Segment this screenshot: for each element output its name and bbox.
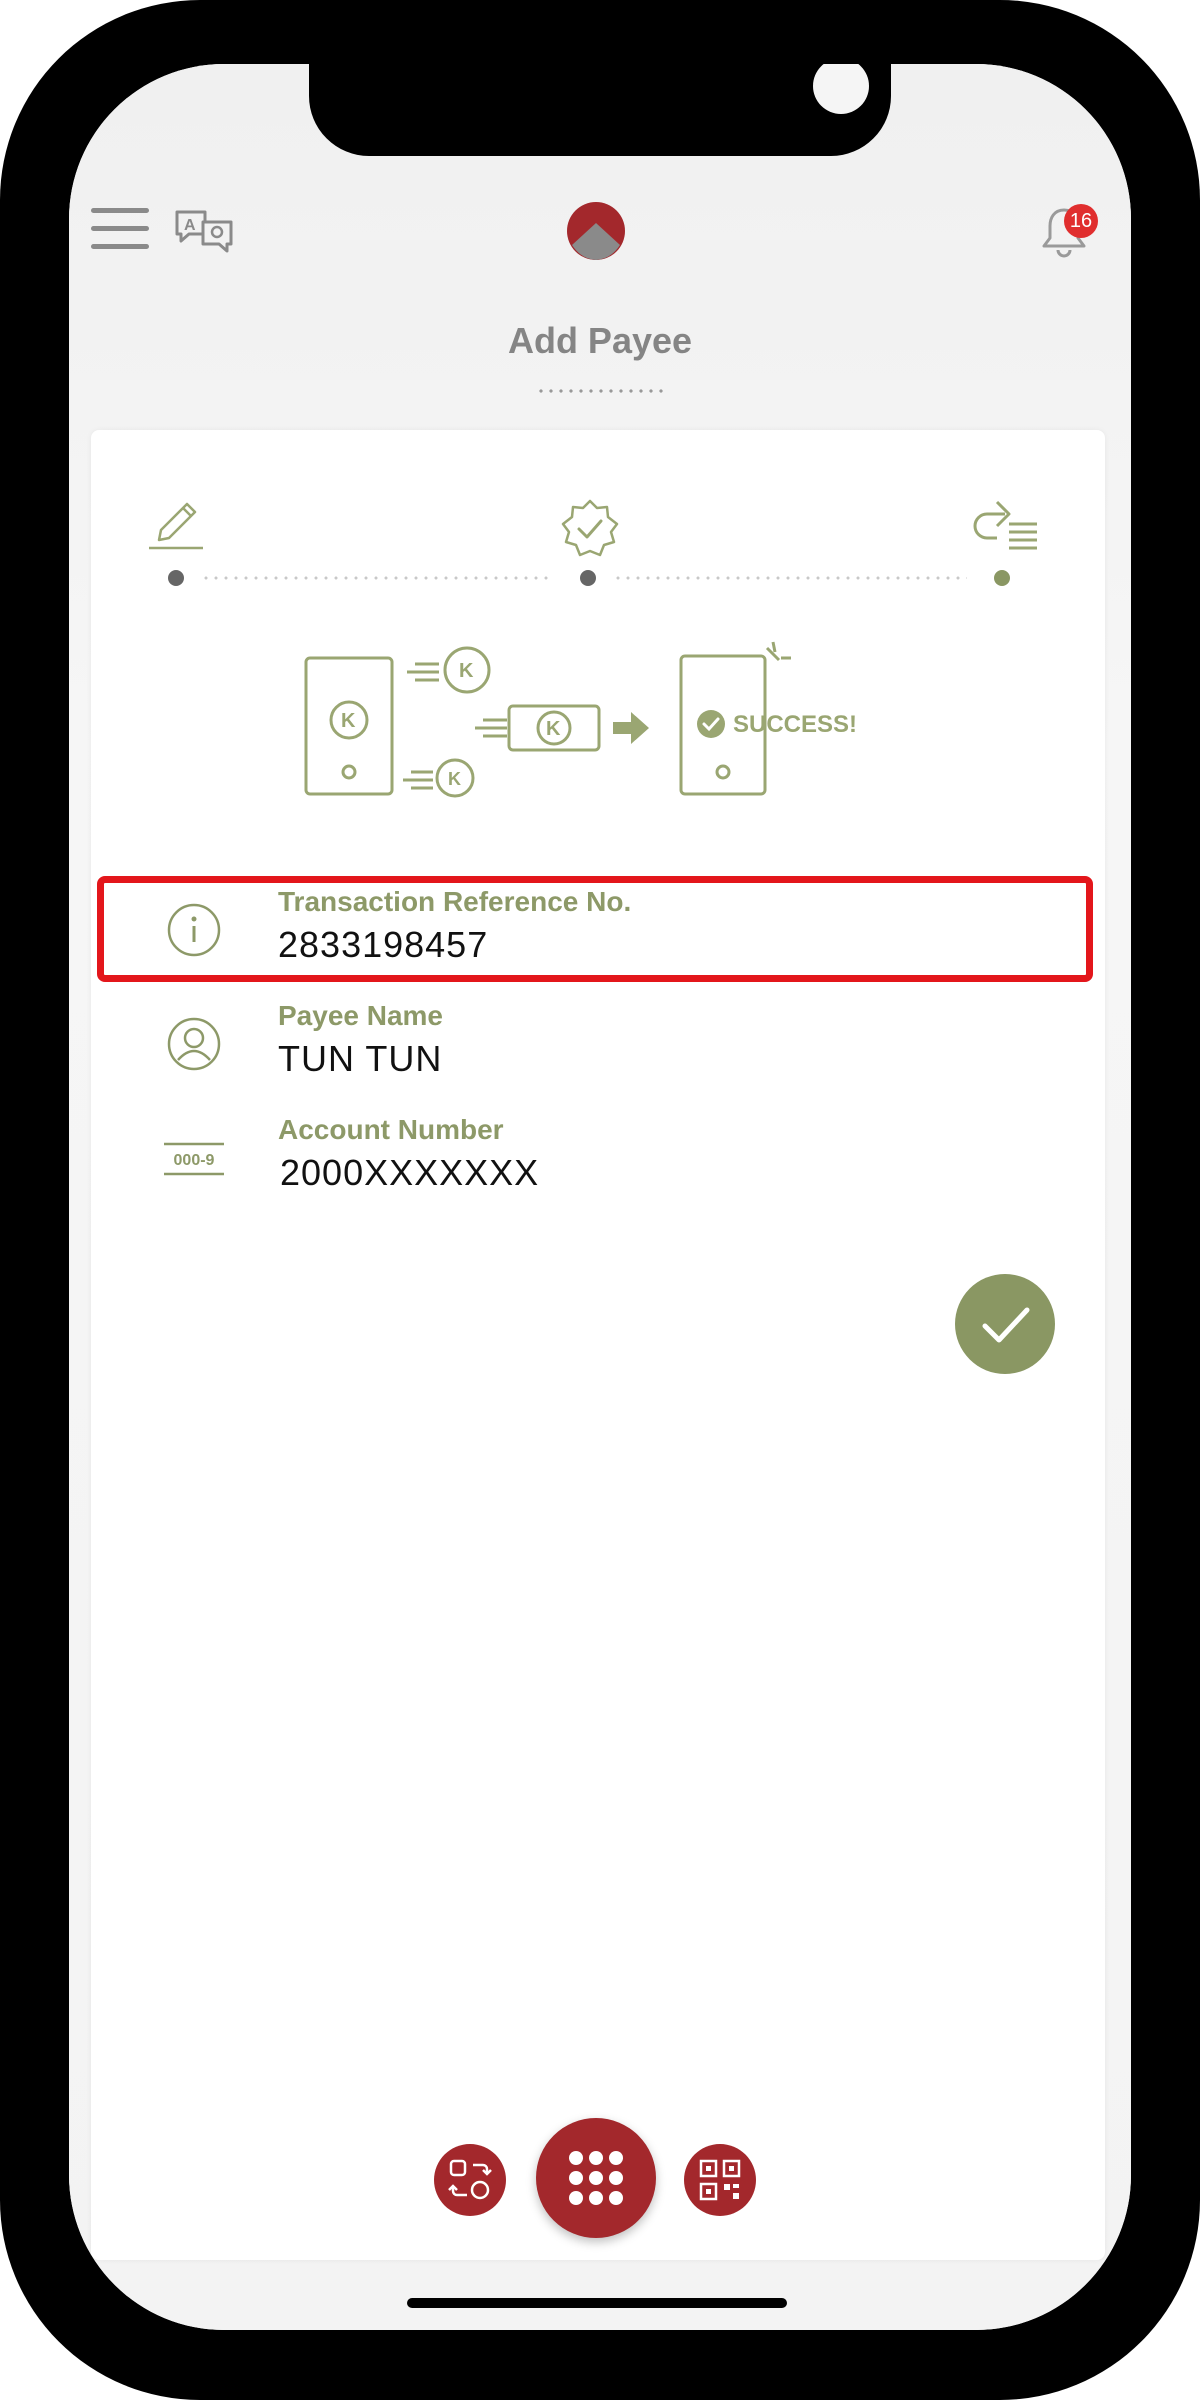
svg-text:A: A <box>184 217 196 234</box>
hamburger-menu-icon[interactable] <box>91 208 149 252</box>
title-underline <box>536 388 664 394</box>
main-menu-button[interactable] <box>536 2118 656 2238</box>
phone-frame: A 16 Add Payee K K K K SUCCESS! Transact… <box>0 0 1200 2400</box>
success-text: SUCCESS! <box>733 711 857 738</box>
grid-icon <box>569 2151 623 2205</box>
notification-badge: 16 <box>1064 204 1098 238</box>
currency-k-4: K <box>546 718 561 740</box>
redo-list-icon <box>973 500 1037 550</box>
transfer-success-illustration: K K K K SUCCESS! <box>304 641 857 798</box>
home-indicator <box>407 2298 787 2308</box>
step-dot-3 <box>994 570 1010 586</box>
checkmark-icon <box>982 1307 1030 1343</box>
account-number-value: 2000XXXXXXX <box>280 1152 540 1193</box>
confirm-button[interactable] <box>955 1274 1055 1374</box>
transfer-button[interactable] <box>434 2144 506 2216</box>
info-icon <box>167 903 221 957</box>
payee-name-label: Payee Name <box>278 1000 444 1031</box>
currency-k-3: K <box>448 769 461 789</box>
qr-code-icon <box>699 2159 741 2201</box>
reference-value: 2833198457 <box>278 924 489 965</box>
step-dot-1 <box>168 570 184 586</box>
phone-screen: A 16 Add Payee K K K K SUCCESS! Transact… <box>69 64 1131 2330</box>
step-dot-2 <box>580 570 596 586</box>
transfer-icon <box>448 2159 492 2200</box>
language-switch-icon[interactable]: A <box>173 206 235 258</box>
currency-k-1: K <box>341 710 356 732</box>
qr-button[interactable] <box>684 2144 756 2216</box>
currency-k-2: K <box>459 660 474 682</box>
step-connector-1 <box>201 576 553 580</box>
bank-logo <box>567 202 625 260</box>
svg-text:000-9: 000-9 <box>174 1152 215 1169</box>
page-title: Add Payee <box>507 320 693 361</box>
account-number-label: Account Number <box>278 1114 504 1145</box>
front-camera <box>813 64 869 114</box>
account-number-icon: 000-9 <box>164 1142 224 1176</box>
reference-label: Transaction Reference No. <box>278 886 632 917</box>
pencil-icon <box>149 502 203 550</box>
badge-check-icon <box>561 499 619 557</box>
step-connector-2 <box>613 576 967 580</box>
payee-name-value: TUN TUN <box>278 1038 443 1079</box>
phone-notch <box>309 64 891 156</box>
user-circle-icon <box>167 1017 221 1071</box>
